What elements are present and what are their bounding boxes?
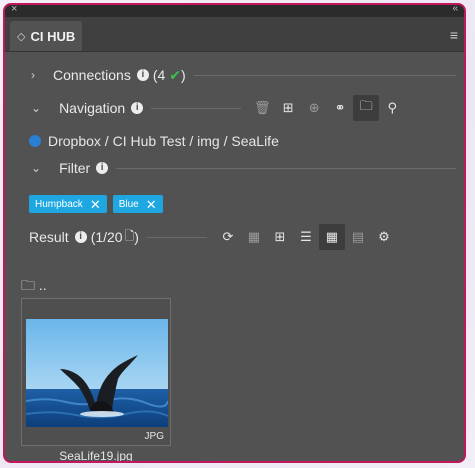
- zoom-icon[interactable]: ⊕: [301, 95, 327, 121]
- folder-icon[interactable]: 🗀: [353, 95, 380, 121]
- folder-icon: 🗀: [21, 277, 35, 293]
- tab-label: CI HUB: [30, 28, 76, 44]
- result-row: Result i (1/20 🗋 ) ⟳ ▦ ⊞ ☰ ▦ ▤ ⚙: [5, 222, 464, 252]
- result-label: Result: [29, 229, 69, 245]
- collapse-icon[interactable]: «: [452, 5, 458, 14]
- breadcrumb-path[interactable]: Dropbox / CI Hub Test / img / SeaLife: [48, 133, 279, 149]
- tab-expand-icon[interactable]: ◇: [17, 30, 25, 43]
- info-icon[interactable]: i: [136, 69, 149, 81]
- panel-titlebar: × «: [5, 5, 464, 17]
- divider: [193, 74, 456, 76]
- file-type-badge: JPG: [144, 431, 164, 442]
- grid-small-icon[interactable]: ▦: [241, 224, 267, 250]
- link-icon[interactable]: ⚭: [327, 95, 353, 121]
- panel-menu-icon[interactable]: ≡: [450, 27, 458, 43]
- connections-label: Connections: [53, 67, 131, 83]
- trash-icon[interactable]: 🗑: [249, 95, 275, 121]
- tag-label: Blue: [118, 198, 139, 210]
- list-view-icon[interactable]: ☰: [293, 224, 319, 250]
- asset-thumbnail[interactable]: [26, 319, 168, 427]
- whale-tail-image: [26, 319, 168, 427]
- dropbox-icon: [29, 135, 41, 147]
- remove-tag-icon[interactable]: ✕: [90, 198, 101, 211]
- remove-tag-icon[interactable]: ✕: [146, 198, 157, 211]
- connections-row[interactable]: › Connections i (4 ✔ ): [5, 62, 464, 88]
- breadcrumb[interactable]: Dropbox / CI Hub Test / img / SeaLife: [5, 130, 464, 152]
- info-icon[interactable]: i: [96, 162, 109, 174]
- filter-tags: Humpback ✕ Blue ✕: [5, 193, 464, 215]
- refresh-icon[interactable]: ⟳: [215, 224, 241, 250]
- chevron-down-icon[interactable]: ⌄: [31, 161, 41, 175]
- parent-folder-label: ..: [38, 277, 47, 293]
- tab-bar: ◇ CI HUB ≡: [5, 17, 464, 52]
- search-icon[interactable]: ⚲: [379, 95, 405, 121]
- divider: [146, 236, 207, 238]
- navigation-row: ⌄ Navigation i 🗑 ⊞ ⊕ ⚭ 🗀 ⚲: [5, 95, 464, 121]
- navigation-label: Navigation: [59, 100, 126, 116]
- tag-chip[interactable]: Humpback ✕: [29, 195, 107, 213]
- detail-view-icon[interactable]: ▤: [345, 224, 371, 250]
- plugin-panel: × « ◇ CI HUB ≡ › Connections i (4 ✔ ) ⌄ …: [3, 3, 466, 463]
- connections-count: (4: [152, 67, 166, 83]
- info-icon[interactable]: i: [74, 231, 87, 243]
- check-icon: ✔: [169, 66, 182, 83]
- result-count: (1/20: [90, 229, 123, 245]
- divider: [151, 107, 242, 109]
- settings-icon[interactable]: ⚙: [371, 224, 397, 250]
- connections-count-end: ): [181, 67, 186, 83]
- chevron-right-icon[interactable]: ›: [31, 68, 35, 82]
- divider: [116, 167, 456, 169]
- asset-filename[interactable]: SeaLife19.jpg: [21, 449, 171, 461]
- tag-chip[interactable]: Blue ✕: [112, 195, 163, 213]
- filter-row[interactable]: ⌄ Filter i: [5, 155, 464, 181]
- filter-label: Filter: [59, 160, 91, 176]
- add-icon[interactable]: ⊞: [267, 224, 293, 250]
- grid-view-icon[interactable]: ▦: [318, 224, 345, 250]
- tab-ci-hub[interactable]: ◇ CI HUB: [10, 21, 82, 51]
- page-icon: 🗋: [124, 228, 135, 243]
- info-icon[interactable]: i: [131, 102, 144, 114]
- panel-content: › Connections i (4 ✔ ) ⌄ Navigation i 🗑 …: [5, 52, 464, 461]
- close-icon[interactable]: ×: [11, 5, 17, 15]
- tag-label: Humpback: [35, 198, 83, 210]
- add-folder-icon[interactable]: ⊞: [275, 95, 301, 121]
- asset-card[interactable]: JPG: [21, 298, 171, 446]
- result-count-end: ): [134, 229, 139, 245]
- parent-folder[interactable]: 🗀 ..: [21, 275, 47, 299]
- chevron-down-icon[interactable]: ⌄: [31, 101, 41, 115]
